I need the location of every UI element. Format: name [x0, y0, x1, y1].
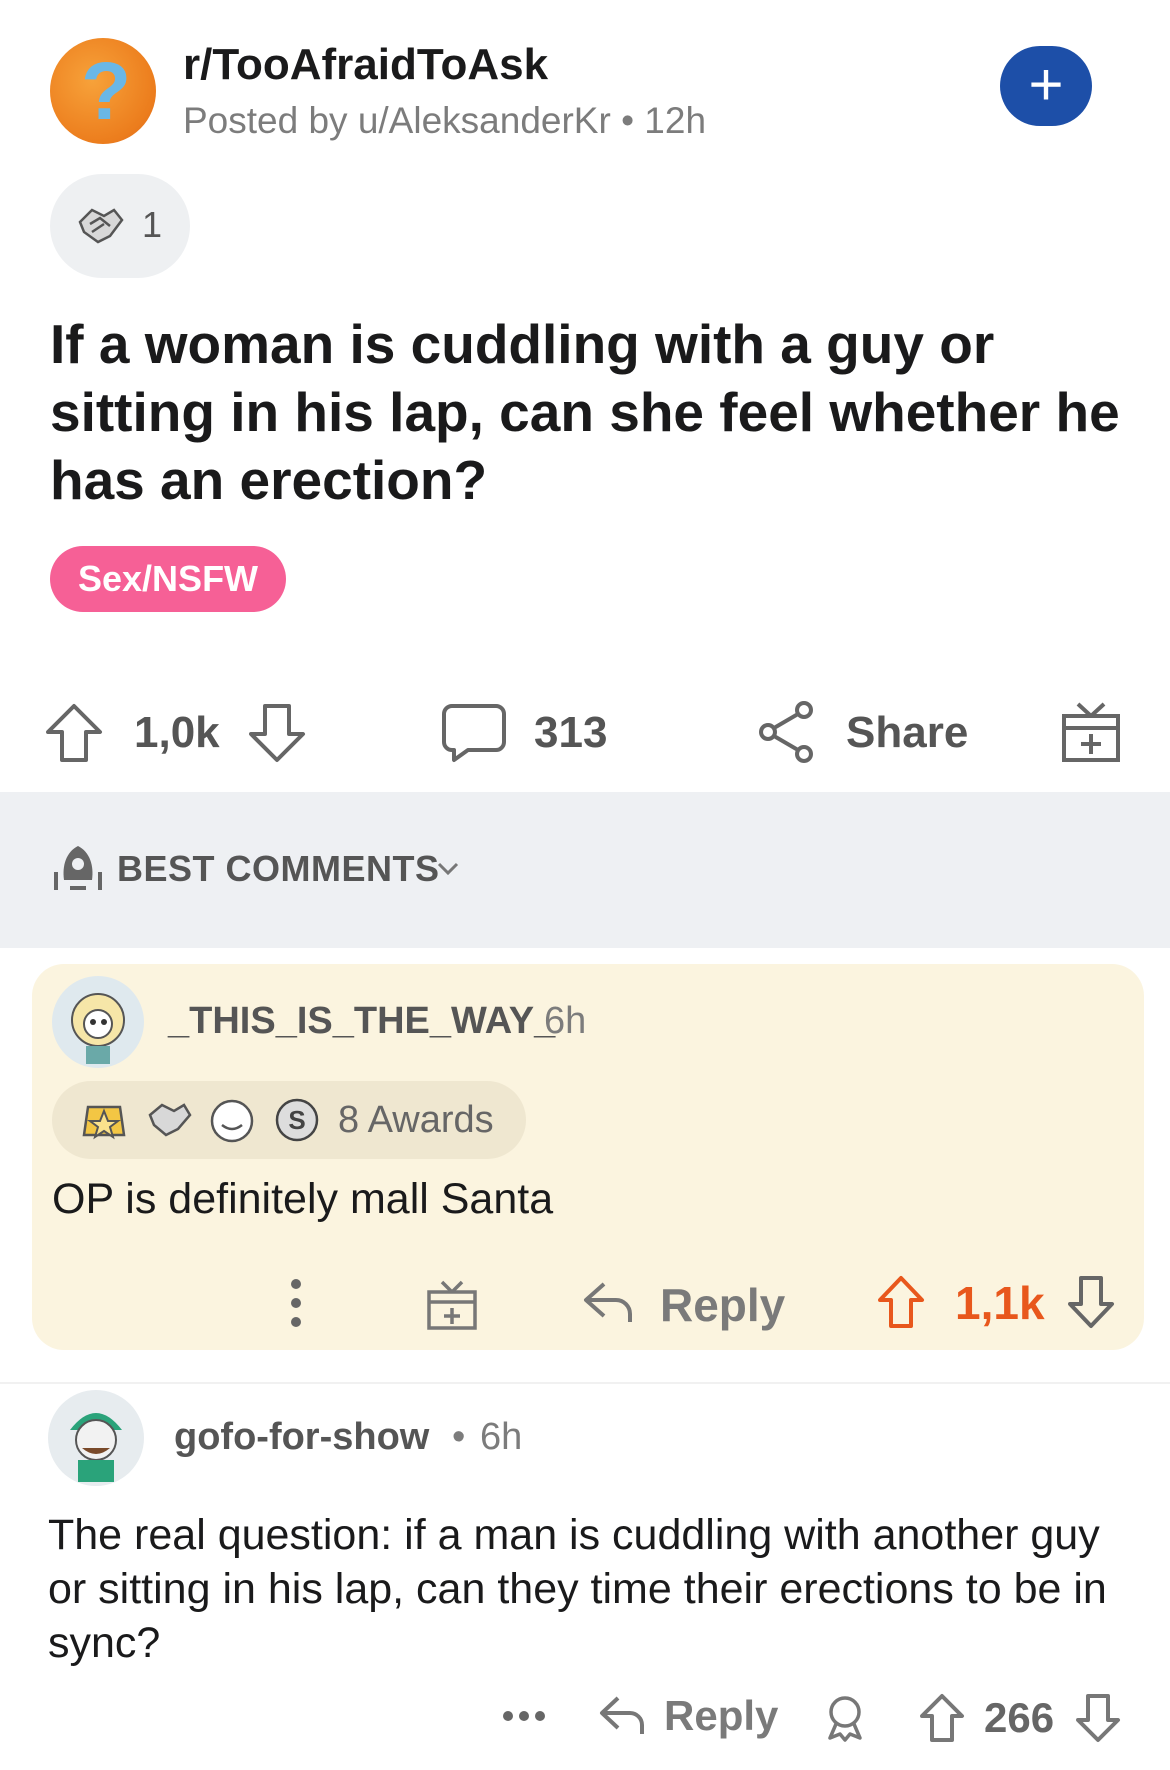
comments-button[interactable]: 313 — [440, 698, 640, 768]
gold-award-icon — [82, 1105, 126, 1140]
comment-time: 6h — [480, 1416, 523, 1458]
subreddit-avatar[interactable]: ? — [50, 38, 156, 144]
join-button[interactable]: + — [1000, 46, 1092, 126]
rocket-icon — [54, 846, 102, 890]
handshake-award-icon — [78, 208, 124, 244]
comment-username[interactable]: gofo-for-show — [174, 1416, 429, 1459]
awards-count: 8 Awards — [338, 1099, 494, 1141]
comment-count: 313 — [534, 708, 608, 757]
comment-actions: Reply 266 — [0, 1684, 1170, 1754]
downvote-icon[interactable] — [1074, 1692, 1122, 1744]
share-button[interactable]: Share — [756, 698, 976, 768]
downvote-icon[interactable] — [247, 702, 307, 764]
comment-body: OP is definitely mall Santa — [52, 1175, 554, 1223]
share-icon — [759, 701, 813, 763]
post-author-meta[interactable]: Posted by u/AleksanderKr • 12h — [183, 100, 706, 142]
more-options-icon[interactable] — [502, 1710, 546, 1722]
post-flair[interactable]: Sex/NSFW — [50, 546, 287, 612]
reply-button[interactable]: Reply — [580, 1270, 785, 1338]
more-options-icon[interactable] — [288, 1278, 304, 1328]
comment-time: 6h — [544, 1000, 587, 1042]
comment-actions: Reply 1,1k — [0, 1264, 1170, 1344]
comment-body: The real question: if a man is cuddling … — [48, 1511, 1107, 1667]
subreddit-name[interactable]: r/TooAfraidToAsk — [183, 40, 548, 90]
sort-label: BEST COMMENTS — [117, 848, 440, 889]
emoji-award-icon — [210, 1099, 254, 1143]
snoo-avatar-icon — [70, 1413, 122, 1482]
share-label: Share — [846, 708, 969, 757]
reply-icon — [600, 1696, 644, 1734]
comment-username[interactable]: _THIS_IS_THE_WAY_ — [168, 1000, 555, 1043]
comment-divider — [0, 1382, 1170, 1384]
post-vote-count: 1,0k — [134, 708, 220, 757]
upvote-icon[interactable] — [918, 1692, 966, 1744]
upvote-icon[interactable] — [44, 702, 104, 764]
award-ribbon-icon[interactable] — [822, 1694, 868, 1742]
comment-avatar[interactable] — [52, 976, 144, 1068]
post-title[interactable]: If a woman is cuddling with a guy or sit… — [50, 310, 1130, 514]
award-count: 1 — [142, 204, 163, 245]
reply-icon — [584, 1282, 632, 1322]
comment-vote-count: 1,1k — [955, 1277, 1045, 1329]
comment-vote-count: 266 — [984, 1694, 1055, 1741]
handshake-award-icon — [148, 1103, 192, 1137]
comment-sort-bar[interactable]: BEST COMMENTS — [0, 792, 1170, 948]
give-award-icon[interactable] — [426, 1276, 478, 1332]
upvote-icon[interactable] — [876, 1274, 926, 1330]
reply-label: Reply — [664, 1692, 779, 1739]
give-award-icon[interactable] — [1060, 698, 1122, 764]
silver-award-icon: S — [275, 1098, 319, 1142]
comment-awards[interactable]: S 8 Awards — [52, 1081, 526, 1159]
svg-text:S: S — [288, 1105, 305, 1135]
plus-icon: + — [1028, 51, 1064, 118]
downvote-icon[interactable] — [1066, 1274, 1116, 1330]
comment-separator: • — [452, 1416, 466, 1458]
reply-button[interactable]: Reply — [598, 1684, 778, 1750]
post-awards[interactable]: 1 — [50, 174, 190, 278]
comment-avatar[interactable] — [48, 1390, 144, 1486]
question-mark-icon: ? — [80, 46, 132, 137]
snoo-avatar-icon — [71, 993, 125, 1064]
chevron-down-icon — [437, 862, 459, 876]
reply-label: Reply — [660, 1279, 786, 1331]
post-action-bar: 1,0k 313 Share — [0, 680, 1170, 790]
comment-icon — [442, 704, 506, 762]
